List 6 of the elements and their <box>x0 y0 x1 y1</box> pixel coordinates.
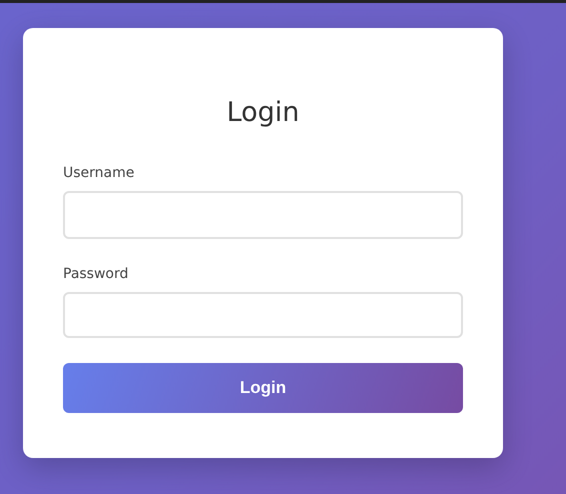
field-label: Username <box>63 164 134 182</box>
field-label: Password <box>63 265 128 283</box>
input-field[interactable] <box>63 191 463 239</box>
login-button[interactable]: Login <box>63 363 463 413</box>
login-title: Login <box>226 96 300 130</box>
input-field[interactable] <box>63 292 463 338</box>
